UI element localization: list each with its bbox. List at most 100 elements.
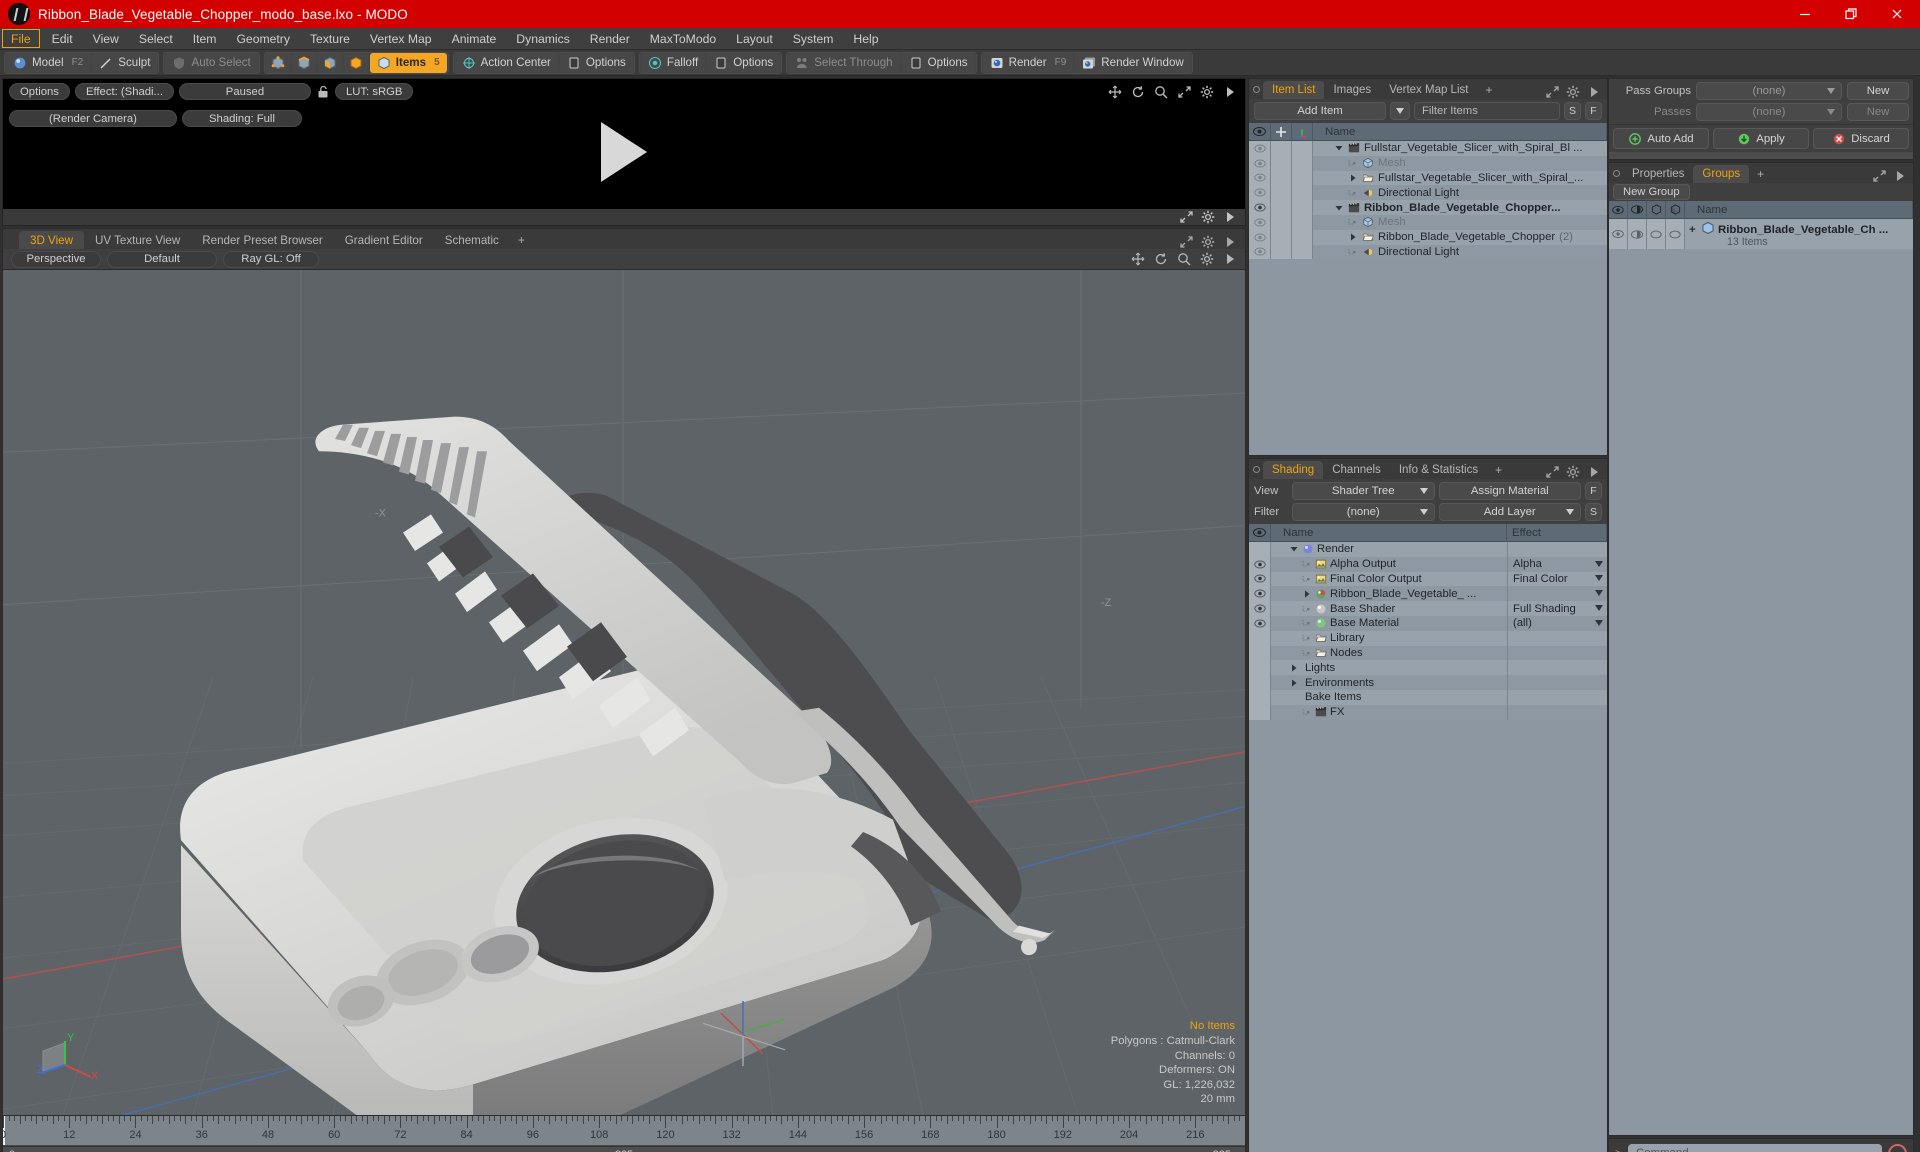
item-list-row[interactable]: Directional Light	[1249, 185, 1607, 201]
menu-edit[interactable]: Edit	[42, 28, 83, 49]
arrow-right-icon[interactable]	[1587, 465, 1601, 479]
item-tree-arrow[interactable]	[1347, 174, 1358, 182]
group-row-solid-toggle[interactable]	[1666, 219, 1685, 249]
record-circle-icon[interactable]	[1888, 1143, 1907, 1152]
shader-tree-arrow[interactable]	[1301, 634, 1312, 642]
item-lock-toggle[interactable]	[1271, 155, 1292, 171]
rotate-icon[interactable]	[1131, 85, 1145, 99]
item-visibility-toggle[interactable]	[1249, 200, 1271, 215]
item-lock-toggle[interactable]	[1271, 141, 1292, 156]
tab-3d-view[interactable]: 3D View	[19, 231, 84, 249]
new-group-button[interactable]: New Group	[1613, 184, 1690, 200]
vertices-mode-button[interactable]	[265, 52, 290, 73]
shader-visibility-toggle[interactable]	[1249, 630, 1271, 646]
shader-tree-row[interactable]: Render	[1249, 542, 1607, 557]
fit-icon[interactable]	[1179, 235, 1193, 249]
tab-item-list[interactable]: Item List	[1263, 81, 1325, 99]
menu-help[interactable]: Help	[843, 28, 888, 49]
shading-filter-dropdown[interactable]: (none)	[1292, 503, 1435, 521]
shader-tree-arrow[interactable]	[1301, 605, 1312, 613]
mode-sculpt-button[interactable]: Sculpt	[92, 52, 158, 73]
shader-tree-row[interactable]: Nodes	[1249, 645, 1607, 661]
passes-dropdown[interactable]: (none)	[1696, 103, 1842, 121]
item-tree-arrow[interactable]	[1347, 248, 1358, 256]
shader-effect-cell[interactable]	[1507, 689, 1607, 705]
item-visibility-toggle[interactable]	[1249, 229, 1271, 245]
shader-effect-cell[interactable]	[1507, 660, 1607, 676]
viewport-raygl-button[interactable]: Ray GL: Off	[223, 250, 319, 268]
discard-button[interactable]: Discard	[1813, 128, 1909, 149]
tab-vertex-map-list[interactable]: Vertex Map List	[1380, 81, 1477, 99]
item-lock-toggle[interactable]	[1271, 185, 1292, 201]
chevron-down-icon[interactable]	[1595, 604, 1603, 613]
group-expand-plus-icon[interactable]: +	[1689, 224, 1696, 236]
chevron-down-icon[interactable]	[1595, 619, 1603, 628]
shader-tree-row[interactable]: FX	[1249, 704, 1607, 720]
unlock-icon[interactable]	[316, 85, 330, 99]
tab-channels[interactable]: Channels	[1323, 461, 1390, 479]
action-center-options-button[interactable]: Options	[559, 52, 633, 73]
item-lock-toggle[interactable]	[1271, 244, 1292, 260]
tab-groups[interactable]: Groups	[1693, 165, 1750, 183]
fit-icon[interactable]	[1179, 210, 1193, 224]
menu-maxtomodo[interactable]: MaxToModo	[640, 28, 726, 49]
item-tree-arrow[interactable]	[1347, 218, 1358, 226]
items-mode-button[interactable]: Items 5	[369, 52, 447, 73]
render-window-button[interactable]: Render Window	[1075, 52, 1191, 73]
menu-item[interactable]: Item	[183, 28, 227, 49]
move-icon[interactable]	[1108, 85, 1122, 99]
shading-f-button[interactable]: F	[1585, 482, 1602, 500]
shader-effect-cell[interactable]: Alpha	[1507, 556, 1607, 572]
menu-render[interactable]: Render	[580, 28, 640, 49]
shader-visibility-toggle[interactable]	[1249, 645, 1271, 661]
preview-shading-button[interactable]: Shading: Full	[182, 110, 302, 127]
play-triangle-icon[interactable]	[601, 122, 647, 182]
zoom-icon[interactable]	[1154, 85, 1168, 99]
item-lock-toggle[interactable]	[1271, 170, 1292, 186]
menu-dynamics[interactable]: Dynamics	[506, 28, 580, 49]
shader-tree-arrow[interactable]	[1288, 545, 1299, 553]
shader-effect-cell[interactable]	[1507, 542, 1607, 557]
tab-info-statistics[interactable]: Info & Statistics	[1390, 461, 1487, 479]
viewport-default-button[interactable]: Default	[107, 250, 217, 268]
falloff-options-button[interactable]: Options	[707, 52, 781, 73]
shader-visibility-toggle[interactable]	[1249, 660, 1271, 676]
item-axis-toggle[interactable]	[1292, 185, 1313, 201]
preview-camera-button[interactable]: (Render Camera)	[9, 110, 177, 127]
tab-images[interactable]: Images	[1324, 81, 1380, 99]
item-visibility-toggle[interactable]	[1249, 155, 1271, 171]
preview-lut-button[interactable]: LUT: sRGB	[334, 83, 414, 100]
shader-tree-arrow[interactable]	[1301, 590, 1312, 598]
menu-texture[interactable]: Texture	[300, 28, 360, 49]
shader-tree-row[interactable]: Bake Items	[1249, 689, 1607, 705]
tab-shading[interactable]: Shading	[1263, 461, 1324, 479]
shader-tree-arrow[interactable]	[1301, 649, 1312, 657]
group-row[interactable]: + Ribbon_Blade_Vegetable_Ch ... 13 Items	[1609, 219, 1913, 249]
shader-visibility-toggle[interactable]	[1249, 556, 1271, 572]
shading-tab-add[interactable]: +	[1487, 461, 1510, 479]
preview-effect-button[interactable]: Effect: (Shadi...	[74, 83, 174, 100]
item-axis-toggle[interactable]	[1292, 200, 1313, 215]
select-through-options-button[interactable]: Options	[901, 52, 975, 73]
viewport-perspective-button[interactable]: Perspective	[11, 250, 101, 268]
group-shading-column-icon[interactable]	[1628, 200, 1647, 219]
shader-tree-row[interactable]: Base Shader Full Shading	[1249, 601, 1607, 616]
filter-s-button[interactable]: S	[1564, 102, 1581, 120]
add-layer-dropdown[interactable]: Add Layer	[1438, 503, 1581, 521]
item-lock-toggle[interactable]	[1271, 214, 1292, 230]
timeline-ruler[interactable]: 0 12 24 36 48 60 72 84 96 108 120 132 144 156 168 180 19…	[3, 1116, 1245, 1146]
item-tree-arrow[interactable]	[1347, 233, 1358, 241]
menu-select[interactable]: Select	[129, 28, 183, 49]
menu-file[interactable]: File	[2, 29, 40, 48]
menu-layout[interactable]: Layout	[726, 28, 783, 49]
shader-tree-row[interactable]: Final Color Output Final Color	[1249, 571, 1607, 587]
item-axis-toggle[interactable]	[1292, 170, 1313, 186]
shader-tree-row[interactable]: Library	[1249, 630, 1607, 646]
item-tree-arrow[interactable]	[1333, 204, 1344, 212]
add-item-button[interactable]: Add Item	[1254, 102, 1386, 120]
mode-model-button[interactable]: Model F2	[6, 52, 91, 73]
item-list-row[interactable]: Directional Light	[1249, 244, 1607, 260]
add-item-dropdown[interactable]	[1390, 102, 1410, 120]
fit-icon[interactable]	[1545, 465, 1559, 479]
arrow-right-icon[interactable]	[1223, 252, 1237, 266]
